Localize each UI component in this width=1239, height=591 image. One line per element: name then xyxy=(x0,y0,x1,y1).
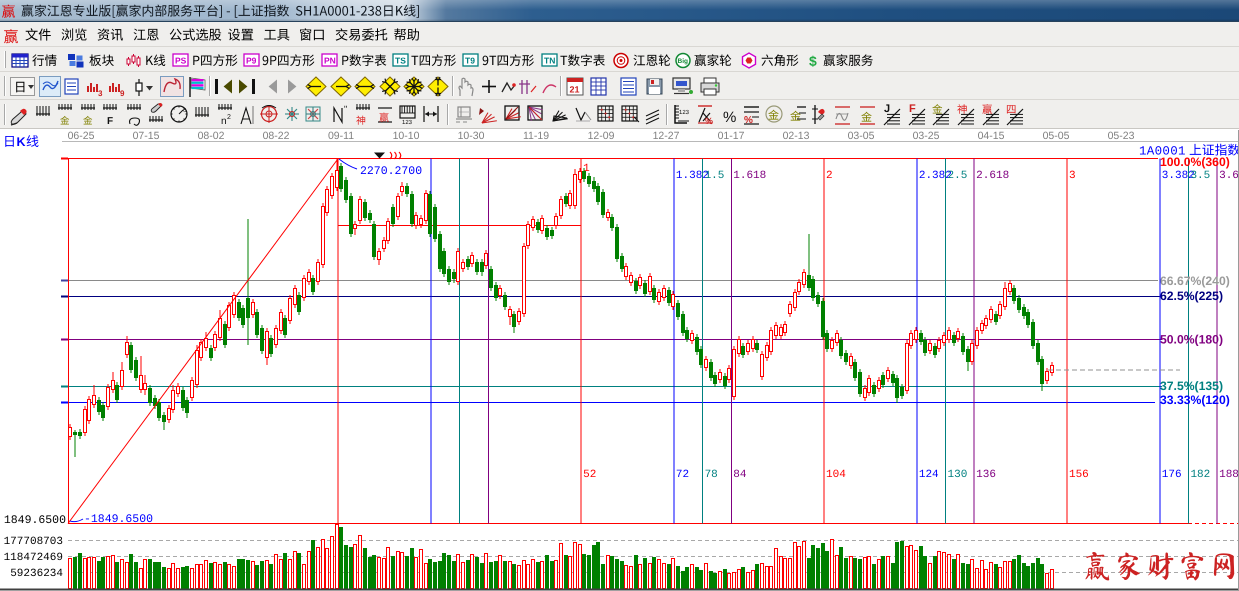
svg-text:2: 2 xyxy=(227,114,231,121)
svg-text:188: 188 xyxy=(1219,469,1239,481)
svg-text:TS: TS xyxy=(395,56,406,66)
svg-text:T9: T9 xyxy=(465,56,475,66)
svg-text:%: % xyxy=(705,116,713,126)
svg-text:10-10: 10-10 xyxy=(393,130,420,142)
svg-text:12-09: 12-09 xyxy=(588,130,615,142)
svg-text:2.618: 2.618 xyxy=(976,170,1009,182)
svg-text:104: 104 xyxy=(826,469,846,481)
svg-text:78: 78 xyxy=(705,469,718,481)
svg-text:TN: TN xyxy=(544,56,555,66)
svg-text:59236234: 59236234 xyxy=(10,568,63,580)
svg-text:1.5: 1.5 xyxy=(705,170,725,182)
svg-text:12-27: 12-27 xyxy=(653,130,680,142)
svg-text:124: 124 xyxy=(919,469,939,481)
svg-text:04-15: 04-15 xyxy=(978,130,1005,142)
svg-text:03-25: 03-25 xyxy=(913,130,940,142)
svg-text:136: 136 xyxy=(976,469,996,481)
svg-text:11-19: 11-19 xyxy=(523,130,549,142)
svg-text:2.5: 2.5 xyxy=(948,170,968,182)
svg-text:182: 182 xyxy=(1190,469,1210,481)
svg-text:J: J xyxy=(884,103,890,115)
svg-text:156: 156 xyxy=(1069,469,1089,481)
svg-text:62.5%(225): 62.5%(225) xyxy=(1160,289,1223,303)
svg-text:3.5: 3.5 xyxy=(1190,170,1210,182)
svg-text:F: F xyxy=(107,116,113,127)
svg-text:02-13: 02-13 xyxy=(783,130,810,142)
svg-text:123: 123 xyxy=(679,109,690,116)
svg-text:05-23: 05-23 xyxy=(1108,130,1135,142)
svg-text:118472469: 118472469 xyxy=(4,552,63,564)
svg-text:01-17: 01-17 xyxy=(718,130,745,142)
svg-text:PS: PS xyxy=(175,56,187,66)
svg-text:F: F xyxy=(909,103,916,115)
svg-text:10-30: 10-30 xyxy=(458,130,485,142)
svg-text:P9: P9 xyxy=(246,56,257,66)
svg-text:": " xyxy=(344,104,347,114)
svg-text:09-11: 09-11 xyxy=(328,130,354,142)
svg-text:3: 3 xyxy=(98,89,103,98)
svg-text:3.618: 3.618 xyxy=(1219,170,1239,182)
svg-text:130: 130 xyxy=(948,469,968,481)
svg-text:Big: Big xyxy=(678,58,689,65)
svg-text:08-22: 08-22 xyxy=(263,130,290,142)
svg-text:$: $ xyxy=(809,53,817,69)
svg-text:2: 2 xyxy=(826,170,833,182)
svg-text:PN: PN xyxy=(324,56,336,66)
svg-text:33.33%(120): 33.33%(120) xyxy=(1160,393,1230,407)
svg-text:K: K xyxy=(17,135,26,149)
svg-text:1A0001: 1A0001 xyxy=(1139,145,1186,159)
svg-text:03-05: 03-05 xyxy=(848,130,875,142)
svg-text:%: % xyxy=(723,109,736,126)
svg-text:08-02: 08-02 xyxy=(198,130,225,142)
svg-text:72: 72 xyxy=(676,469,689,481)
svg-text:66.67%(240): 66.67%(240) xyxy=(1160,274,1230,288)
svg-text:52: 52 xyxy=(583,469,596,481)
svg-text:176: 176 xyxy=(1162,469,1182,481)
svg-text:1.618: 1.618 xyxy=(733,170,766,182)
svg-text:06-25: 06-25 xyxy=(68,130,95,142)
svg-text:-1849.6500: -1849.6500 xyxy=(84,513,153,526)
svg-text:21: 21 xyxy=(570,85,580,95)
svg-text:50.0%(180): 50.0%(180) xyxy=(1160,333,1223,347)
svg-text:9: 9 xyxy=(120,89,125,98)
svg-text:123: 123 xyxy=(402,119,413,126)
svg-text:07-15: 07-15 xyxy=(133,130,160,142)
svg-text:84: 84 xyxy=(733,469,747,481)
svg-text:37.5%(135): 37.5%(135) xyxy=(1160,379,1223,393)
svg-text:05-05: 05-05 xyxy=(1043,130,1070,142)
svg-text:2270.2700: 2270.2700 xyxy=(360,165,422,178)
svg-text:1849.6500: 1849.6500 xyxy=(4,514,66,527)
svg-text:n: n xyxy=(221,116,227,127)
svg-text:177708703: 177708703 xyxy=(4,536,63,548)
svg-text:3: 3 xyxy=(1069,170,1076,182)
